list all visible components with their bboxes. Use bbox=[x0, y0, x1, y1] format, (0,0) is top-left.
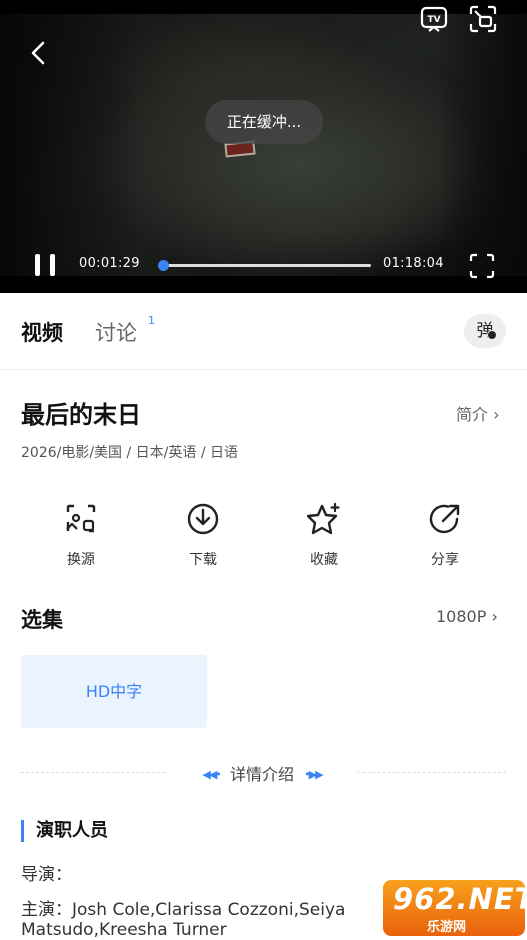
svg-text:TV: TV bbox=[427, 15, 440, 25]
quality-label: 1080P bbox=[436, 607, 487, 626]
cast-section-title: 演职人员 bbox=[21, 820, 108, 842]
movie-title: 最后的末日 bbox=[21, 401, 141, 429]
favorite-button[interactable]: 收藏 bbox=[284, 502, 364, 569]
episodes-title: 选集 bbox=[21, 608, 63, 632]
danmu-off-icon bbox=[487, 330, 497, 340]
movie-meta: 2026/电影/美国 / 日本/英语 / 日语 bbox=[21, 445, 239, 461]
buffering-indicator: 正在缓冲... bbox=[205, 100, 323, 144]
action-row: 换源 下载 收藏 分享 bbox=[0, 502, 527, 572]
star-icon bbox=[307, 502, 340, 535]
rewind-arrows-icon: ◀◀• bbox=[202, 768, 221, 781]
pause-icon[interactable] bbox=[34, 254, 58, 276]
share-label: 分享 bbox=[431, 552, 459, 568]
progress-handle[interactable] bbox=[158, 260, 170, 271]
total-time: 01:18:04 bbox=[383, 256, 444, 271]
director-line: 导演： bbox=[21, 865, 72, 885]
detail-label: 详情介绍 bbox=[229, 765, 294, 784]
watermark-subtitle: 乐游网 bbox=[427, 920, 467, 935]
detail-divider: ◀◀• 详情介绍 •▶▶ bbox=[167, 761, 357, 785]
share-icon bbox=[429, 504, 460, 534]
chevron-right-icon: › bbox=[493, 405, 500, 424]
download-label: 下载 bbox=[189, 552, 217, 568]
video-player[interactable]: TV 正在缓冲... 00:01:29 01:18:04 bbox=[0, 0, 527, 293]
fullscreen-icon[interactable] bbox=[469, 253, 495, 279]
intro-label: 简介 bbox=[456, 405, 489, 424]
actors-line-2: Matsudo,Kreesha Turner bbox=[21, 920, 227, 940]
danmu-toggle-button[interactable]: 弹 bbox=[464, 314, 506, 348]
progress-bar[interactable] bbox=[158, 260, 371, 271]
switch-source-icon bbox=[66, 504, 96, 533]
tv-cast-icon[interactable]: TV bbox=[419, 4, 449, 34]
episode-item[interactable]: HD中字 bbox=[21, 655, 207, 728]
quality-selector[interactable]: 1080P › bbox=[436, 607, 498, 626]
switch-source-label: 换源 bbox=[67, 552, 95, 568]
playback-controls: 00:01:29 01:18:04 bbox=[0, 246, 527, 282]
video-frame bbox=[0, 14, 527, 276]
site-watermark: 962.NET 乐游网 bbox=[383, 880, 525, 936]
favorite-label: 收藏 bbox=[310, 552, 338, 568]
intro-link[interactable]: 简介 › bbox=[456, 401, 500, 425]
tab-video[interactable]: 视频 bbox=[21, 317, 63, 347]
download-button[interactable]: 下载 bbox=[163, 502, 243, 569]
picture-in-picture-icon[interactable] bbox=[468, 4, 498, 34]
watermark-logo: 962.NET bbox=[393, 882, 525, 916]
share-button[interactable]: 分享 bbox=[405, 502, 485, 569]
actors-line: 主演：Josh Cole,Clarissa Cozzoni,Seiya bbox=[21, 900, 346, 920]
tab-bar: 视频 讨论 1 弹 bbox=[0, 293, 527, 370]
tab-discussion[interactable]: 讨论 bbox=[95, 317, 137, 347]
current-time: 00:01:29 bbox=[79, 256, 140, 271]
chevron-right-icon: › bbox=[491, 607, 498, 626]
switch-source-button[interactable]: 换源 bbox=[41, 502, 121, 569]
download-icon bbox=[187, 503, 219, 535]
discussion-count-badge: 1 bbox=[148, 314, 155, 327]
back-arrow-icon[interactable] bbox=[24, 38, 54, 68]
forward-arrows-icon: •▶▶ bbox=[304, 768, 323, 781]
